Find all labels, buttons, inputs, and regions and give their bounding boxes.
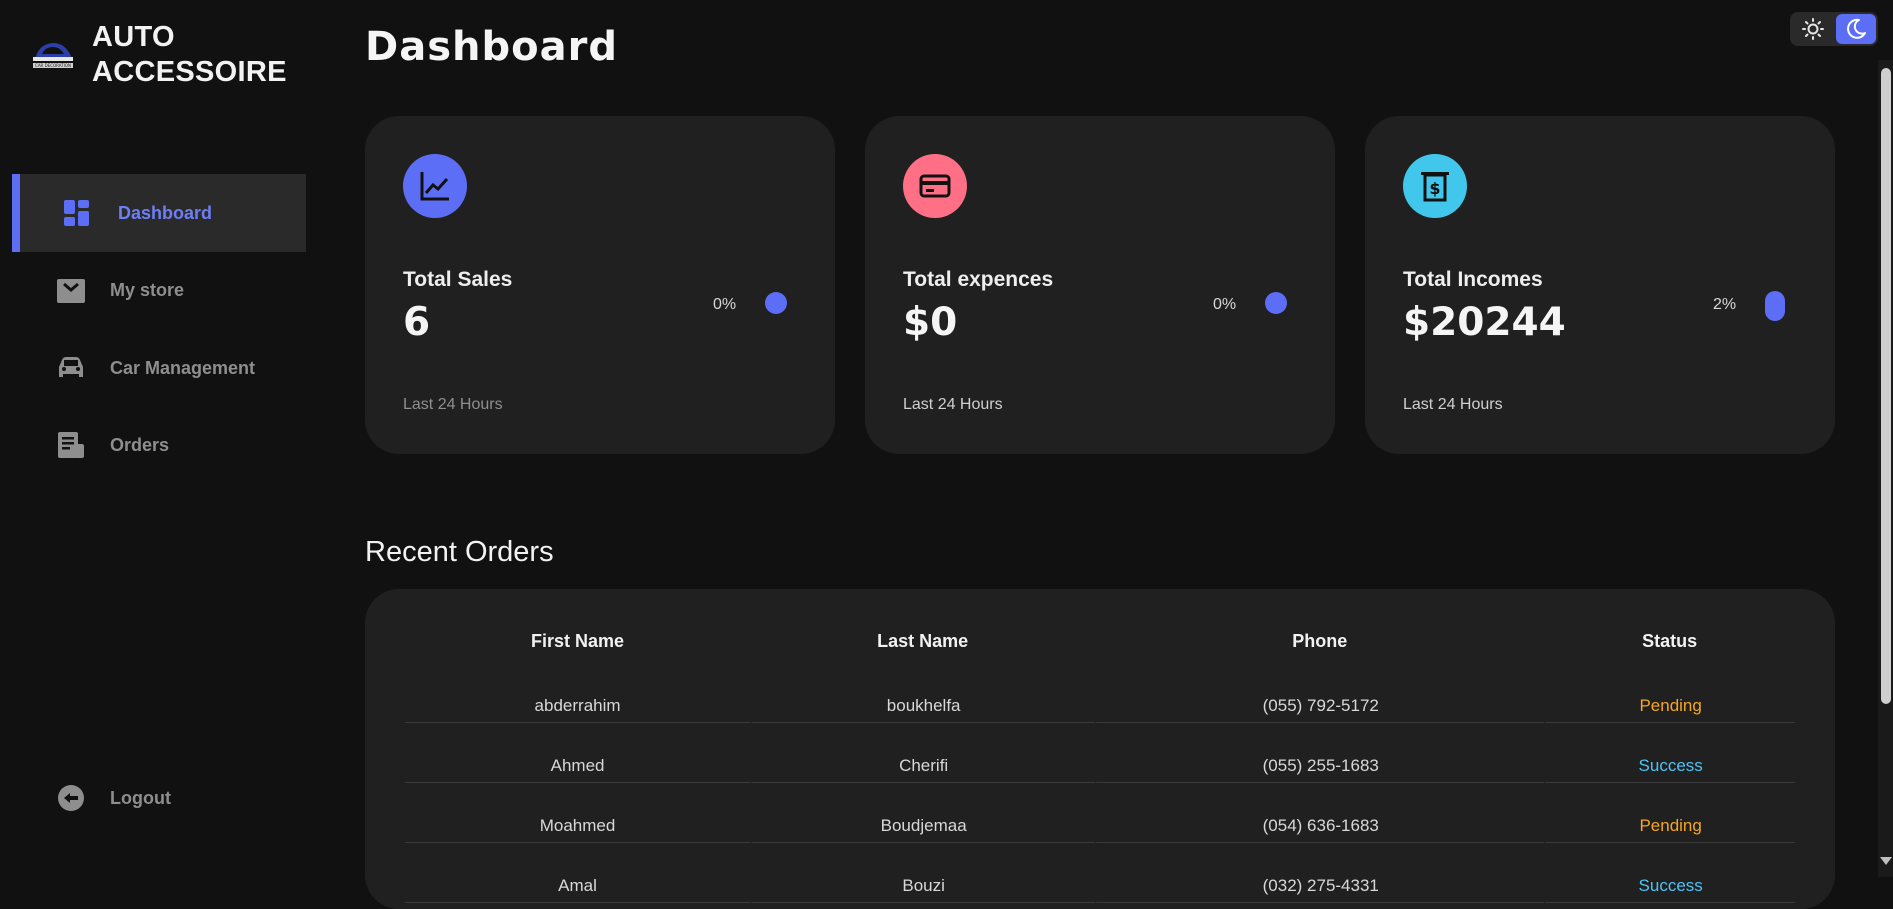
table-row[interactable]: Amal Bouzi (032) 275-4331 Success (405, 843, 1795, 903)
brand-name-line2: ACCESSOIRE (92, 56, 287, 88)
logout-button[interactable]: Logout (12, 759, 306, 837)
receipt-icon (56, 430, 86, 460)
cell-first-name: abderrahim (405, 663, 751, 723)
cell-phone: (032) 275-4331 (1095, 843, 1545, 903)
progress-indicator (1265, 292, 1287, 314)
table-row[interactable]: Ahmed Cherifi (055) 255-1683 Success (405, 723, 1795, 783)
sidebar-item-label: Dashboard (118, 202, 213, 223)
sidebar-item-label: Orders (110, 434, 170, 455)
card-percent: 0% (713, 296, 737, 313)
card-value: $0 (903, 300, 958, 345)
car-icon (56, 353, 86, 383)
status-badge: Success (1544, 843, 1795, 903)
stat-card-total-incomes: $ Total Incomes $20244 2% Last 24 Hours (1365, 116, 1835, 454)
sidebar-item-label: Car Management (110, 357, 256, 378)
car-decoration-logo: CAR DECORATION (33, 43, 73, 68)
credit-card-icon (903, 154, 967, 218)
table-row[interactable]: Moahmed Boudjemaa (054) 636-1683 Pending (405, 783, 1795, 843)
card-value: $20244 (1403, 300, 1566, 345)
sidebar-item-orders[interactable]: Orders (12, 406, 306, 484)
theme-toggle[interactable] (1790, 12, 1878, 46)
progress-indicator (765, 292, 787, 314)
vertical-scrollbar[interactable] (1878, 60, 1893, 877)
cell-last-name: boukhelfa (750, 663, 1096, 723)
status-badge: Pending (1544, 783, 1795, 843)
progress-indicator (1765, 291, 1785, 321)
page-title: Dashboard (365, 24, 618, 70)
cell-first-name: Moahmed (405, 783, 751, 843)
store-icon (56, 275, 86, 305)
svg-text:$: $ (1429, 179, 1440, 198)
dashboard-grid-icon (62, 198, 92, 228)
scroll-down-arrow-icon[interactable] (1880, 857, 1892, 865)
column-header-last-name: Last Name (877, 630, 969, 651)
brand-name-line1: AUTO (92, 21, 175, 53)
table-header-row: First Name Last Name Phone Status (405, 619, 1795, 663)
sidebar-item-dashboard[interactable]: Dashboard (12, 174, 306, 252)
logout-label: Logout (110, 787, 171, 808)
recent-orders-panel: First Name Last Name Phone Status abderr… (365, 589, 1835, 909)
recent-orders-title: Recent Orders (365, 536, 554, 568)
status-badge: Pending (1544, 663, 1795, 723)
sidebar-item-my-store[interactable]: My store (12, 251, 306, 329)
sun-icon[interactable] (1796, 14, 1830, 44)
brand-name: AUTO ACCESSOIRE (92, 20, 287, 90)
card-title: Total Sales (403, 268, 513, 291)
orders-table: First Name Last Name Phone Status abderr… (405, 619, 1795, 903)
card-title: Total Incomes (1403, 268, 1543, 291)
card-footer: Last 24 Hours (1403, 396, 1503, 413)
sidebar-item-car-management[interactable]: Car Management (12, 329, 306, 407)
card-value: 6 (403, 300, 431, 345)
sidebar-item-label: My store (110, 279, 185, 300)
cell-last-name: Bouzi (750, 843, 1096, 903)
card-footer: Last 24 Hours (403, 396, 503, 413)
brand[interactable]: CAR DECORATION AUTO ACCESSOIRE (30, 20, 287, 90)
card-percent: 2% (1713, 296, 1737, 313)
cell-phone: (055) 255-1683 (1095, 723, 1545, 783)
scrollbar-thumb[interactable] (1881, 68, 1891, 704)
column-header-first-name: First Name (531, 630, 625, 651)
column-header-phone: Phone (1292, 630, 1348, 651)
table-row[interactable]: abderrahim boukhelfa (055) 792-5172 Pend… (405, 663, 1795, 723)
card-percent: 0% (1213, 296, 1237, 313)
cell-phone: (054) 636-1683 (1095, 783, 1545, 843)
status-badge: Success (1544, 723, 1795, 783)
cell-last-name: Boudjemaa (750, 783, 1096, 843)
stat-card-total-sales: Total Sales 6 0% Last 24 Hours (365, 116, 835, 454)
cell-phone: (055) 792-5172 (1095, 663, 1545, 723)
logo-text: CAR DECORATION (35, 63, 71, 68)
card-title: Total expences (903, 268, 1054, 291)
card-footer: Last 24 Hours (903, 396, 1003, 413)
stat-card-total-expences: Total expences $0 0% Last 24 Hours (865, 116, 1335, 454)
cell-first-name: Amal (405, 843, 751, 903)
money-bill-icon: $ (1403, 154, 1467, 218)
line-chart-icon (403, 154, 467, 218)
cell-first-name: Ahmed (405, 723, 751, 783)
logout-icon (56, 783, 86, 813)
cell-last-name: Cherifi (750, 723, 1096, 783)
sidebar: CAR DECORATION AUTO ACCESSOIRE Dashboard… (0, 0, 310, 877)
moon-icon[interactable] (1836, 14, 1876, 44)
column-header-status: Status (1642, 630, 1698, 651)
